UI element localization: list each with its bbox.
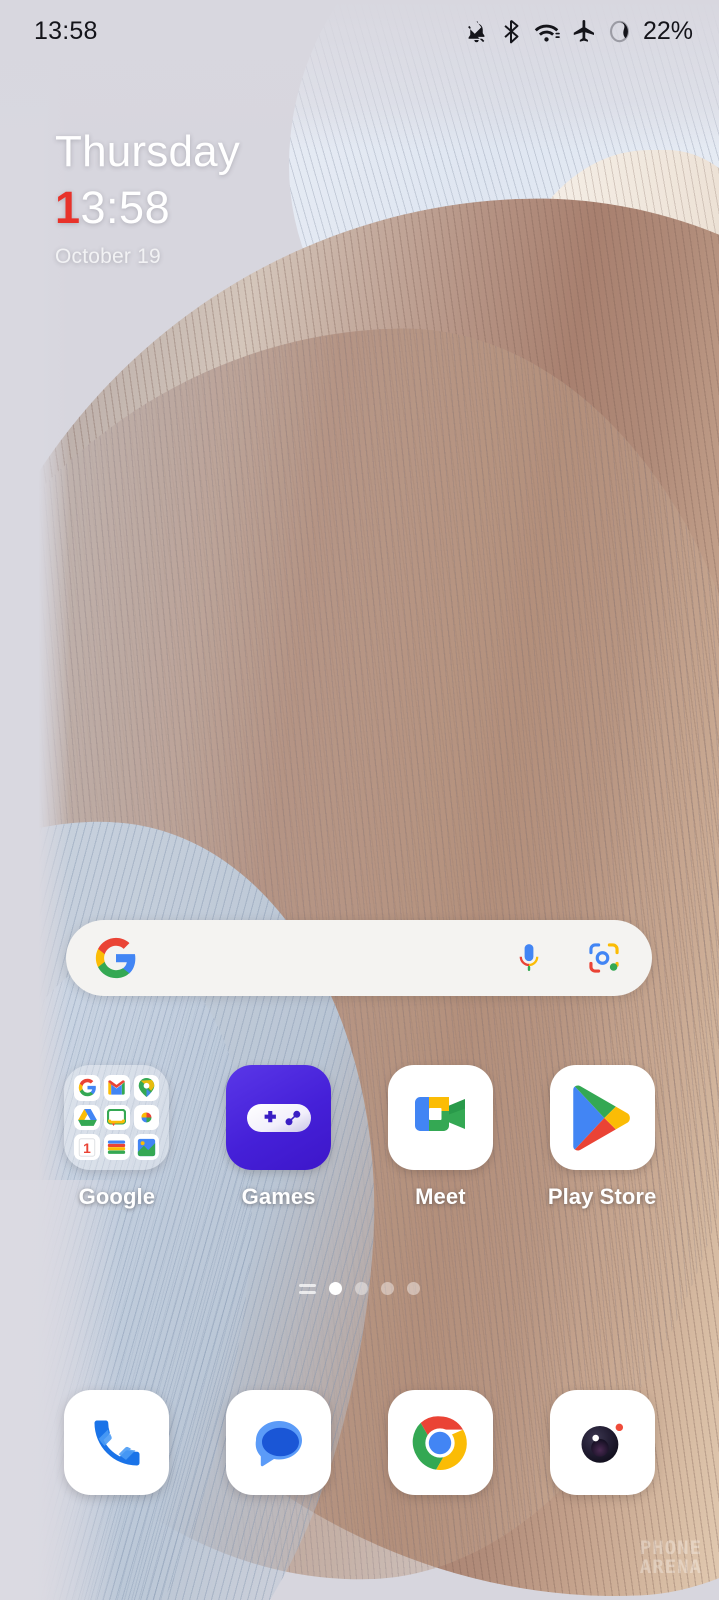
gmail-icon bbox=[104, 1075, 130, 1101]
app-cell-play-store[interactable]: Play Store bbox=[542, 1065, 662, 1210]
wifi-icon bbox=[534, 24, 560, 42]
app-list-icon-bar bbox=[299, 1283, 316, 1287]
google-search-bar[interactable] bbox=[66, 920, 652, 996]
dock-cell-phone[interactable] bbox=[57, 1390, 177, 1495]
google-g-icon bbox=[95, 937, 136, 979]
play-store-icon[interactable] bbox=[549, 1065, 655, 1170]
app-list-icon[interactable] bbox=[299, 1283, 316, 1294]
messages-icon[interactable] bbox=[226, 1390, 332, 1495]
status-bar-icons: 22% bbox=[464, 17, 693, 46]
dock-cell-chrome[interactable] bbox=[380, 1390, 500, 1495]
games-gamepad-icon[interactable] bbox=[226, 1065, 332, 1170]
dock bbox=[0, 1390, 719, 1495]
status-bar-clock: 13:58 bbox=[34, 16, 98, 45]
clock-time-rest: 3:58 bbox=[80, 181, 171, 233]
clock-widget[interactable]: Thursday 13:58 October 19 bbox=[55, 126, 240, 269]
maps-icon bbox=[133, 1075, 160, 1101]
microphone-icon[interactable] bbox=[512, 941, 546, 975]
page-dot-2[interactable] bbox=[355, 1282, 368, 1295]
svg-text:1: 1 bbox=[83, 1140, 91, 1156]
google-folder-icon[interactable]: 1 bbox=[64, 1065, 170, 1170]
battery-percentage: 22% bbox=[642, 16, 693, 45]
app-label-google: Google bbox=[78, 1184, 156, 1209]
app-label-games: Games bbox=[241, 1184, 316, 1209]
app-label-play-store: Play Store bbox=[547, 1184, 657, 1209]
battery-icon bbox=[609, 20, 629, 42]
phone-icon[interactable] bbox=[64, 1390, 170, 1495]
bluetooth-icon bbox=[504, 19, 519, 43]
page-indicator bbox=[0, 1282, 719, 1295]
wallet-icon bbox=[104, 1134, 130, 1160]
google-lens-icon[interactable] bbox=[586, 940, 622, 976]
airplane-mode-icon bbox=[573, 19, 594, 42]
clock-date: October 19 bbox=[55, 245, 161, 269]
status-bar[interactable]: 13:58 22% bbox=[0, 0, 719, 62]
clock-weekday: Thursday bbox=[55, 127, 241, 176]
page-dot-3[interactable] bbox=[381, 1282, 394, 1295]
watermark-line-2: ARENA bbox=[639, 1556, 702, 1579]
app-cell-games[interactable]: Games bbox=[219, 1065, 339, 1210]
photos-icon bbox=[133, 1104, 160, 1131]
clock-time: 13:58 bbox=[55, 180, 240, 236]
chat-icon bbox=[104, 1104, 130, 1131]
app-grid: 1 Google Games Meet Play Store bbox=[0, 1065, 719, 1210]
notifications-muted-icon bbox=[468, 20, 485, 42]
chrome-icon[interactable] bbox=[387, 1390, 493, 1495]
page-dot-4[interactable] bbox=[407, 1282, 420, 1295]
google-search-icon bbox=[74, 1075, 101, 1101]
search-bar-actions bbox=[512, 940, 622, 976]
page-dot-1[interactable] bbox=[329, 1282, 342, 1295]
app-list-icon-bar bbox=[299, 1290, 316, 1294]
dock-cell-camera[interactable] bbox=[542, 1390, 662, 1495]
watermark: PHONE ARENA bbox=[639, 1538, 702, 1579]
sheets-icon bbox=[133, 1134, 160, 1160]
drive-icon bbox=[74, 1104, 101, 1131]
dock-cell-messages[interactable] bbox=[219, 1390, 339, 1495]
app-cell-google-folder[interactable]: 1 Google bbox=[57, 1065, 177, 1210]
camera-icon[interactable] bbox=[549, 1390, 655, 1495]
app-label-meet: Meet bbox=[415, 1184, 466, 1209]
calendar-icon: 1 bbox=[74, 1134, 101, 1160]
app-cell-meet[interactable]: Meet bbox=[380, 1065, 500, 1210]
google-meet-icon[interactable] bbox=[387, 1065, 493, 1170]
clock-time-accent-digit: 1 bbox=[55, 181, 81, 233]
